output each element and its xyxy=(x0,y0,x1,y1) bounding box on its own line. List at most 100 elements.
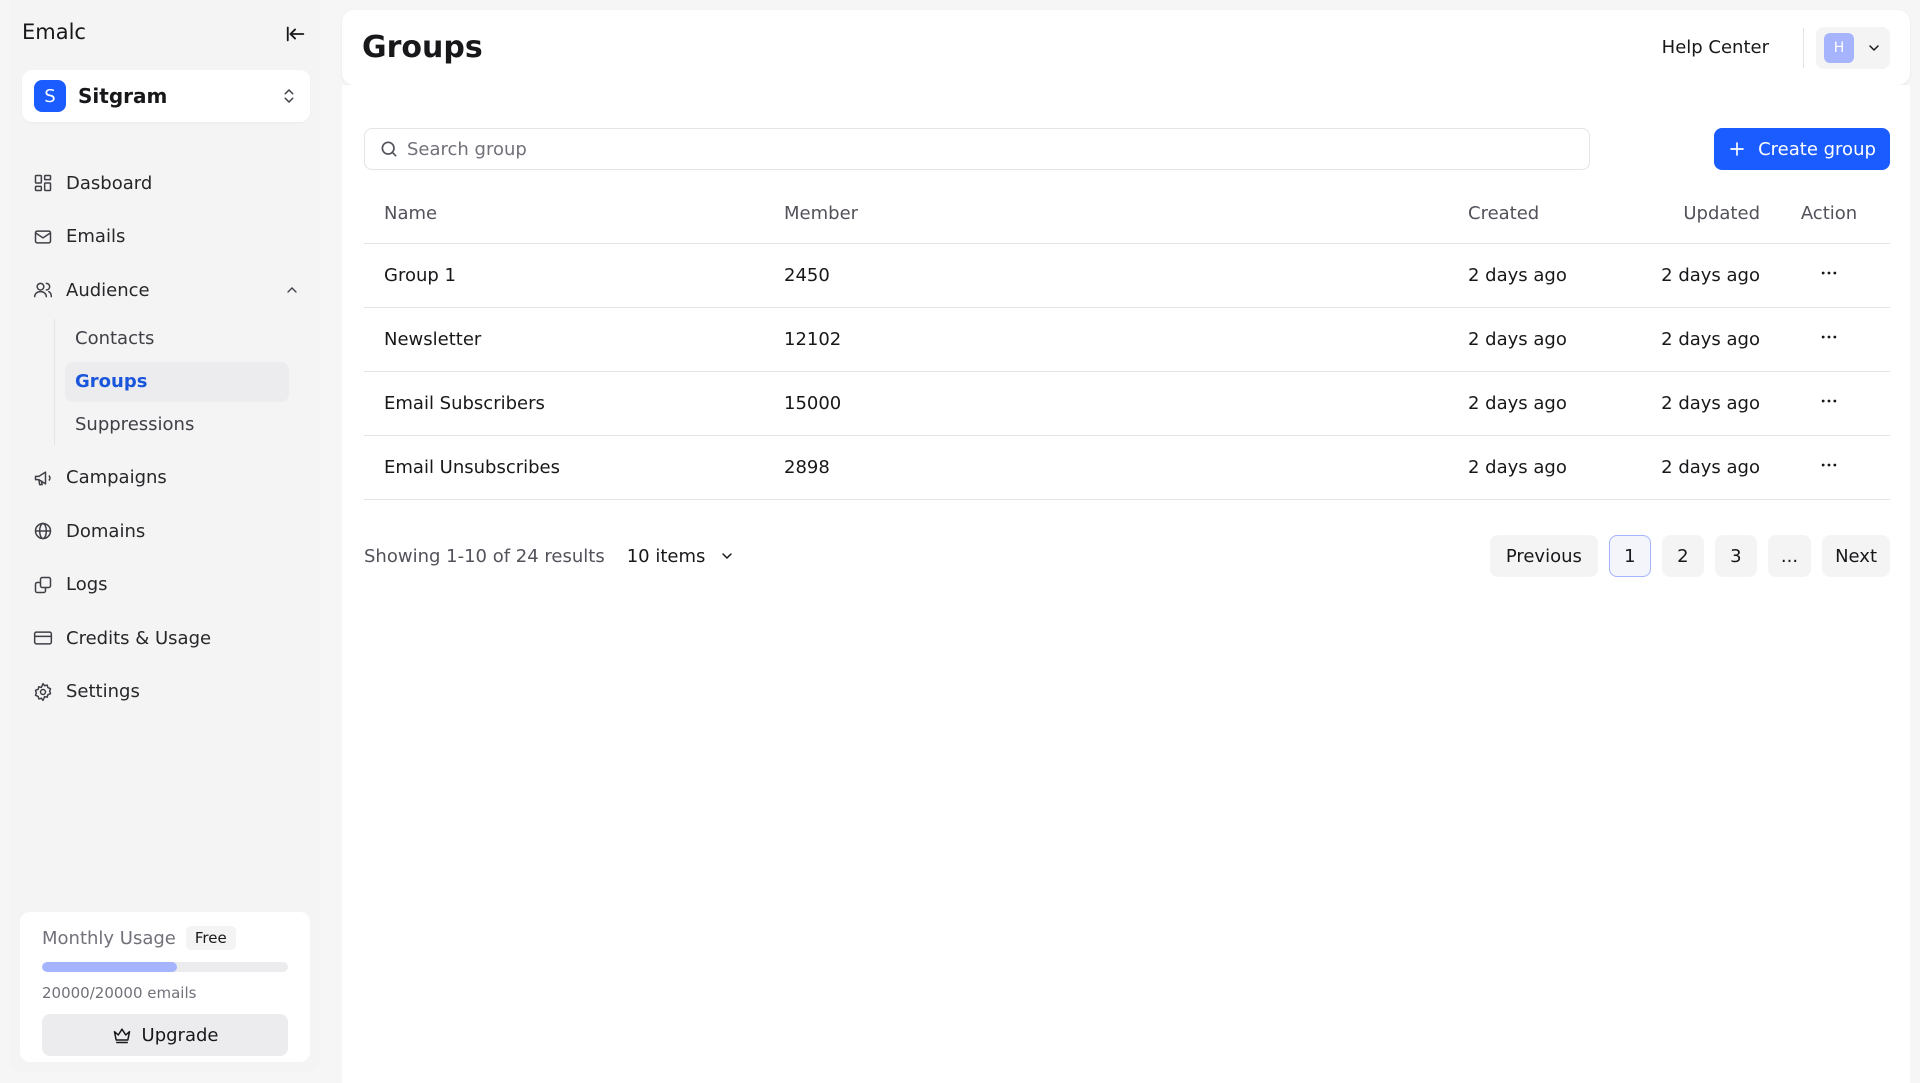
sidebar-item-dashboard[interactable]: Dasboard xyxy=(22,158,310,208)
member-count-cell: 2898 xyxy=(764,435,1448,500)
page-button-2[interactable]: 2 xyxy=(1661,535,1704,577)
next-page-button[interactable]: Next xyxy=(1822,535,1890,577)
results-summary: Showing 1-10 of 24 results xyxy=(364,545,605,567)
help-center-link[interactable]: Help Center xyxy=(1662,37,1769,58)
mail-icon xyxy=(32,226,54,248)
sidebar-subitem-groups[interactable]: Groups xyxy=(65,361,289,402)
sidebar-item-label: Logs xyxy=(66,574,108,595)
chevron-up-icon xyxy=(287,287,297,293)
usage-header: Monthly Usage Free xyxy=(42,926,288,950)
group-name-cell: Group 1 xyxy=(364,243,764,308)
pagination-bar: Showing 1-10 of 24 results 10 items Prev… xyxy=(364,535,1890,577)
column-header-updated[interactable]: Updated xyxy=(1638,203,1768,244)
row-actions-button[interactable] xyxy=(1819,263,1839,283)
users-icon xyxy=(32,279,54,301)
action-cell xyxy=(1768,243,1890,308)
gear-icon xyxy=(32,681,54,703)
action-cell xyxy=(1768,371,1890,436)
sidebar-item-label: Emails xyxy=(66,226,126,247)
table-row[interactable]: Group 1 2450 2 days ago 2 days ago xyxy=(364,243,1890,308)
created-cell: 2 days ago xyxy=(1448,243,1638,308)
usage-progress-bar xyxy=(42,962,288,972)
usage-count: 20000/20000 emails xyxy=(42,984,197,1002)
group-name-cell: Email Subscribers xyxy=(364,371,764,436)
sidebar-subitem-suppressions[interactable]: Suppressions xyxy=(65,405,289,445)
search-box xyxy=(364,128,1590,170)
updated-cell: 2 days ago xyxy=(1638,243,1768,308)
action-cell xyxy=(1768,435,1890,500)
upgrade-button[interactable]: Upgrade xyxy=(42,1014,288,1056)
updated-cell: 2 days ago xyxy=(1638,371,1768,436)
member-count-cell: 15000 xyxy=(764,371,1448,436)
table-row[interactable]: Newsletter 12102 2 days ago 2 days ago xyxy=(364,307,1890,372)
column-header-action: Action xyxy=(1768,203,1890,244)
crown-icon xyxy=(112,1025,132,1045)
sidebar-item-label: Audience xyxy=(66,279,150,301)
brand-name: Emalc xyxy=(22,20,86,44)
member-count-cell: 2450 xyxy=(764,243,1448,308)
row-actions-button[interactable] xyxy=(1819,391,1839,411)
previous-page-button[interactable]: Previous xyxy=(1489,535,1598,577)
column-header-created[interactable]: Created xyxy=(1448,203,1638,244)
table-row[interactable]: Email Unsubscribes 2898 2 days ago 2 day… xyxy=(364,435,1890,500)
workspace-switcher[interactable]: S Sitgram xyxy=(22,70,310,122)
updated-cell: 2 days ago xyxy=(1638,307,1768,372)
chevron-down-icon xyxy=(719,548,735,564)
group-name-cell: Email Unsubscribes xyxy=(364,435,764,500)
search-icon xyxy=(381,141,397,157)
action-cell xyxy=(1768,307,1890,372)
member-count-cell: 12102 xyxy=(764,307,1448,372)
more-horizontal-icon xyxy=(1821,463,1837,466)
avatar: H xyxy=(1824,32,1854,63)
groups-toolbar: Create group xyxy=(364,128,1890,170)
dashboard-icon xyxy=(32,172,54,194)
sidebar-item-campaigns[interactable]: Campaigns xyxy=(22,453,310,503)
page-size-select[interactable]: 10 items xyxy=(627,546,736,567)
megaphone-icon xyxy=(32,467,54,489)
create-group-button[interactable]: Create group xyxy=(1714,128,1890,170)
search-input[interactable] xyxy=(407,138,1575,160)
sidebar-item-settings[interactable]: Settings xyxy=(22,667,310,717)
table-header-row: Name Member Created Updated Action xyxy=(364,203,1890,244)
updated-cell: 2 days ago xyxy=(1638,435,1768,500)
column-header-member[interactable]: Member xyxy=(764,203,1448,244)
top-header: Groups Help Center H xyxy=(342,10,1910,85)
chevron-up-down-icon xyxy=(284,89,294,103)
table-row[interactable]: Email Subscribers 15000 2 days ago 2 day… xyxy=(364,371,1890,436)
group-name-cell: Newsletter xyxy=(364,307,764,372)
page-size-value: 10 items xyxy=(626,545,706,567)
usage-card: Monthly Usage Free 20000/20000 emails Up… xyxy=(20,912,310,1062)
created-cell: 2 days ago xyxy=(1448,307,1638,372)
sidebar-item-label: Domains xyxy=(66,520,146,542)
sidebar-item-emails[interactable]: Emails xyxy=(22,212,310,262)
more-horizontal-icon xyxy=(1821,399,1837,402)
sidebar-item-audience[interactable]: Audience xyxy=(22,265,310,315)
app-root: Emalc S Sitgram Dasboard Emails Audience… xyxy=(0,0,1920,1083)
main-content: Create group Name Member Created Updated… xyxy=(342,85,1910,1083)
workspace-name: Sitgram xyxy=(78,84,168,108)
usage-progress-fill xyxy=(42,962,178,972)
created-cell: 2 days ago xyxy=(1448,371,1638,436)
page-ellipsis-button[interactable]: ... xyxy=(1767,535,1812,577)
credit-card-icon xyxy=(32,627,54,649)
collapse-sidebar-button[interactable] xyxy=(282,20,310,48)
sidebar-subitem-contacts[interactable]: Contacts xyxy=(65,319,289,359)
row-actions-button[interactable] xyxy=(1819,455,1839,475)
sidebar-item-credits[interactable]: Credits & Usage xyxy=(22,613,310,663)
user-menu-button[interactable]: H xyxy=(1816,26,1890,69)
column-header-name[interactable]: Name xyxy=(364,203,764,244)
groups-table: Name Member Created Updated Action Group… xyxy=(364,203,1890,500)
workspace-avatar: S xyxy=(34,80,66,112)
page-button-3[interactable]: 3 xyxy=(1714,535,1757,577)
create-group-label: Create group xyxy=(1758,138,1876,160)
sidebar-item-logs[interactable]: Logs xyxy=(22,560,310,610)
page-button-1[interactable]: 1 xyxy=(1608,535,1651,577)
row-actions-button[interactable] xyxy=(1819,327,1839,347)
more-horizontal-icon xyxy=(1821,271,1837,274)
sidebar: Emalc S Sitgram Dasboard Emails Audience… xyxy=(10,0,320,1073)
sidebar-item-domains[interactable]: Domains xyxy=(22,506,310,556)
collapse-left-icon xyxy=(286,26,305,42)
plus-icon xyxy=(1728,140,1746,158)
sidebar-item-label: Campaigns xyxy=(66,467,167,488)
page-title: Groups xyxy=(362,30,483,65)
